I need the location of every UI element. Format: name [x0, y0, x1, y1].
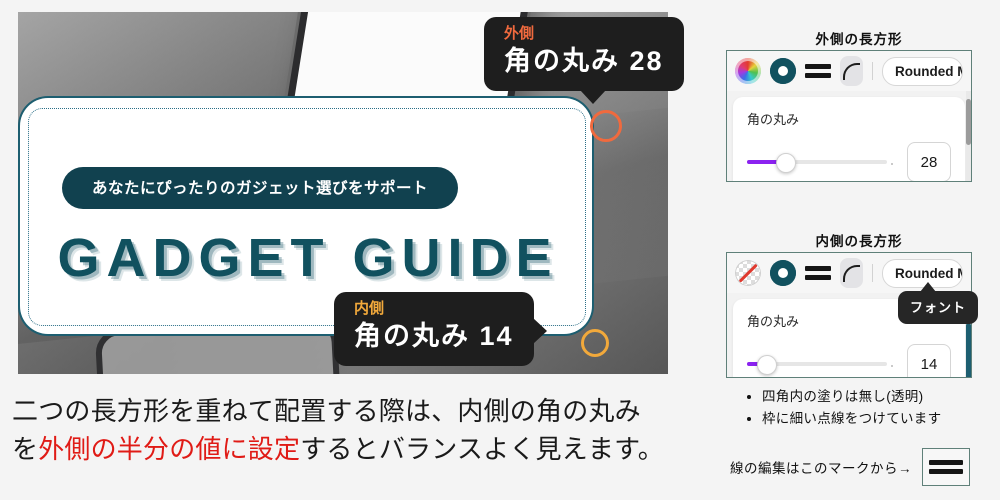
callout-inner: 内側 角の丸み 14: [334, 292, 547, 366]
panel-title-inner: 内側の長方形: [815, 234, 903, 249]
outer-corner-handle-marker[interactable]: [590, 110, 622, 142]
slider-row-inner: 14: [747, 344, 951, 377]
corner-rounding-card-outer: 角の丸み 28: [733, 97, 965, 181]
corner-rounding-icon[interactable]: [840, 258, 863, 288]
line-style-icon[interactable]: [805, 260, 831, 286]
list-item: 四角内の塗りは無し(透明): [762, 386, 994, 408]
corner-radius-value-inner[interactable]: 14: [907, 344, 951, 377]
slider-thumb[interactable]: [775, 153, 796, 173]
border-color-icon[interactable]: [770, 58, 796, 84]
slider-end-dot: [891, 163, 893, 165]
corner-glyph: [842, 264, 860, 282]
slider-end-dot: [891, 365, 893, 367]
border-color-icon[interactable]: [770, 260, 796, 286]
line-style-icon[interactable]: [805, 58, 831, 84]
panel-title-outer: 外側の長方形: [815, 32, 903, 47]
slider-thumb[interactable]: [756, 355, 777, 375]
callout-outer-value: 角の丸み 28: [504, 45, 664, 76]
corner-radius-value-outer[interactable]: 28: [907, 142, 951, 181]
corner-radius-slider-inner[interactable]: [747, 355, 893, 375]
caption-line-2-prefix: を: [12, 434, 39, 465]
properties-panel-outer[interactable]: Rounded M+ 角の丸み 28: [726, 50, 972, 182]
screenshot-root: あなたにぴったりのガジェット選びをサポート GADGET GUIDE 外側 角の…: [0, 0, 1000, 500]
footer-text: 線の編集はこのマークから→: [730, 461, 912, 476]
callout-outer-label: 外側: [504, 25, 535, 42]
font-tooltip: フォント: [898, 282, 979, 324]
color-wheel-icon[interactable]: [735, 58, 761, 84]
caption-line-1: 二つの長方形を重ねて配置する際は、内側の角の丸み: [12, 396, 641, 426]
caption-highlight: 外側の半分の値に設定: [38, 434, 301, 465]
callout-inner-value: 角の丸み 14: [354, 320, 514, 351]
font-tooltip-label: フォント: [910, 300, 967, 315]
slider-row-outer: 28: [747, 142, 951, 181]
list-item: 枠に細い点線をつけています: [762, 408, 994, 430]
caption-text: 二つの長方形を重ねて配置する際は、内側の角の丸み を外側の半分の値に設定するとバ…: [12, 392, 692, 469]
banner-headline: GADGET GUIDE: [57, 228, 559, 288]
caption-line-2-suffix: するとバランスよく見えます。: [300, 434, 664, 465]
line-style-icon[interactable]: [922, 448, 970, 486]
corner-radius-slider-outer[interactable]: [747, 153, 893, 173]
slider-label-outer: 角の丸み: [747, 112, 800, 127]
toolbar-divider: [871, 62, 873, 80]
corner-rounding-icon[interactable]: [840, 56, 863, 86]
callout-inner-pointer: [532, 318, 547, 344]
inner-corner-handle-marker[interactable]: [581, 329, 609, 357]
callout-inner-label: 内側: [354, 300, 385, 317]
footer-row: 線の編集はこのマークから→: [730, 448, 992, 486]
corner-glyph: [842, 62, 860, 80]
caption-line-2: を外側の半分の値に設定するとバランスよく見えます。: [12, 430, 692, 468]
toolbar-outer: Rounded M+: [727, 51, 971, 91]
toolbar-divider: [871, 264, 873, 282]
callout-outer-pointer: [580, 89, 606, 104]
panel-scrollbar-outer[interactable]: [966, 91, 971, 181]
callout-outer: 外側 角の丸み 28: [484, 17, 684, 104]
notes-list: 四角内の塗りは無し(透明) 枠に細い点線をつけています: [744, 386, 994, 431]
font-select-outer[interactable]: Rounded M+: [881, 56, 963, 86]
tooltip-pointer: [920, 282, 936, 292]
banner-pill-label: あなたにぴったりのガジェット選びをサポート: [62, 167, 459, 209]
no-fill-icon[interactable]: [735, 260, 761, 286]
